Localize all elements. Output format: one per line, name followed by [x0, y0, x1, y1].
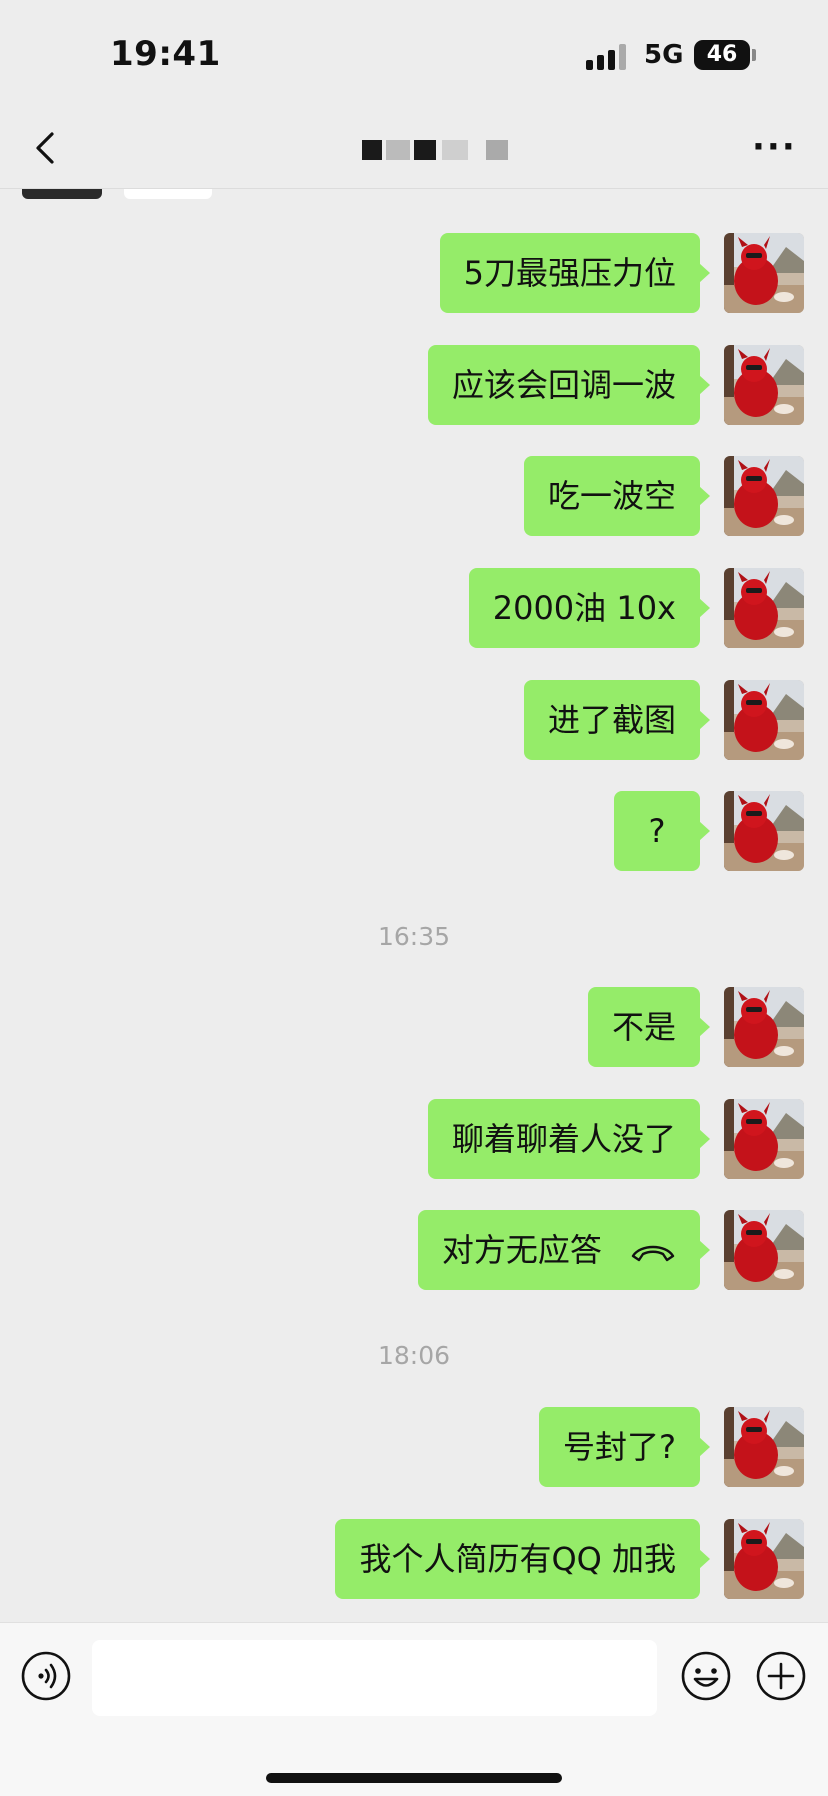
sent-bubble[interactable]: 进了截图 [523, 680, 711, 760]
message-row: 不是 [424, 987, 804, 1067]
sent-bubble[interactable]: ? [614, 791, 710, 871]
my-avatar[interactable] [724, 680, 804, 760]
call-status-label: 对方无应答 [441, 1231, 602, 1269]
sent-bubble[interactable]: 不是 [587, 987, 711, 1067]
my-avatar[interactable] [724, 1519, 804, 1599]
sent-bubble[interactable]: 5刀最强压力位 [439, 233, 711, 313]
message-row: 聊着聊着人没了 [424, 1099, 804, 1179]
more-button[interactable]: ··· [752, 130, 797, 164]
timestamp: 16:35 [377, 922, 451, 951]
my-avatar[interactable] [724, 1099, 804, 1179]
my-avatar[interactable] [724, 1210, 804, 1290]
my-avatar[interactable] [724, 791, 804, 871]
chat-header: ··· [0, 110, 828, 189]
sent-bubble[interactable]: 吃一波空 [523, 456, 711, 536]
hang-up-icon [631, 1245, 675, 1262]
message-row: 进了截图 [424, 680, 804, 760]
status-bar: 19:41 5G 46 [0, 0, 828, 110]
my-avatar[interactable] [724, 456, 804, 536]
chat-title [362, 134, 512, 162]
sent-bubble[interactable]: 2000油 10x [468, 568, 711, 648]
more-actions-button[interactable] [755, 1650, 807, 1702]
input-bar [0, 1622, 828, 1796]
emoji-button[interactable] [680, 1650, 732, 1702]
sent-bubble[interactable]: 聊着聊着人没了 [427, 1099, 711, 1179]
my-avatar[interactable] [724, 568, 804, 648]
status-time: 19:41 [110, 34, 221, 74]
battery-cap [752, 49, 756, 61]
message-row: 吃一波空 [424, 456, 804, 536]
battery-icon: 46 [694, 40, 750, 70]
timestamp: 18:06 [377, 1341, 451, 1370]
emoji-icon [681, 1651, 731, 1701]
contact-avatar[interactable] [22, 189, 102, 199]
voice-button[interactable] [20, 1650, 72, 1702]
sent-bubble[interactable]: 号封了? [539, 1407, 710, 1487]
back-button[interactable] [28, 128, 68, 168]
received-bubble[interactable] [124, 189, 212, 199]
chevron-left-icon [36, 132, 54, 164]
my-avatar[interactable] [724, 345, 804, 425]
message-list[interactable]: 5刀最强压力位 应该会回调一波 吃一波空 2000油 10x 进了截图 ? 16… [0, 189, 828, 1621]
message-row: 5刀最强压力位 [424, 233, 804, 313]
voice-icon [21, 1651, 71, 1701]
sent-bubble[interactable]: 我个人简历有QQ 加我 [335, 1519, 710, 1599]
message-row: 号封了? [424, 1407, 804, 1487]
call-bubble[interactable]: 对方无应答 [417, 1210, 711, 1290]
message-row: 我个人简历有QQ 加我 [335, 1519, 804, 1599]
message-row: 对方无应答 [417, 1210, 804, 1290]
plus-icon [756, 1651, 806, 1701]
message-row: 应该会回调一波 [424, 345, 804, 425]
message-row: ? [424, 791, 804, 871]
message-row: 2000油 10x [424, 568, 804, 648]
signal-icon [586, 44, 628, 70]
network-label: 5G [644, 40, 684, 70]
home-indicator[interactable] [266, 1773, 562, 1783]
my-avatar[interactable] [724, 987, 804, 1067]
message-input[interactable] [92, 1640, 657, 1716]
my-avatar[interactable] [724, 233, 804, 313]
my-avatar[interactable] [724, 1407, 804, 1487]
sent-bubble[interactable]: 应该会回调一波 [427, 345, 711, 425]
